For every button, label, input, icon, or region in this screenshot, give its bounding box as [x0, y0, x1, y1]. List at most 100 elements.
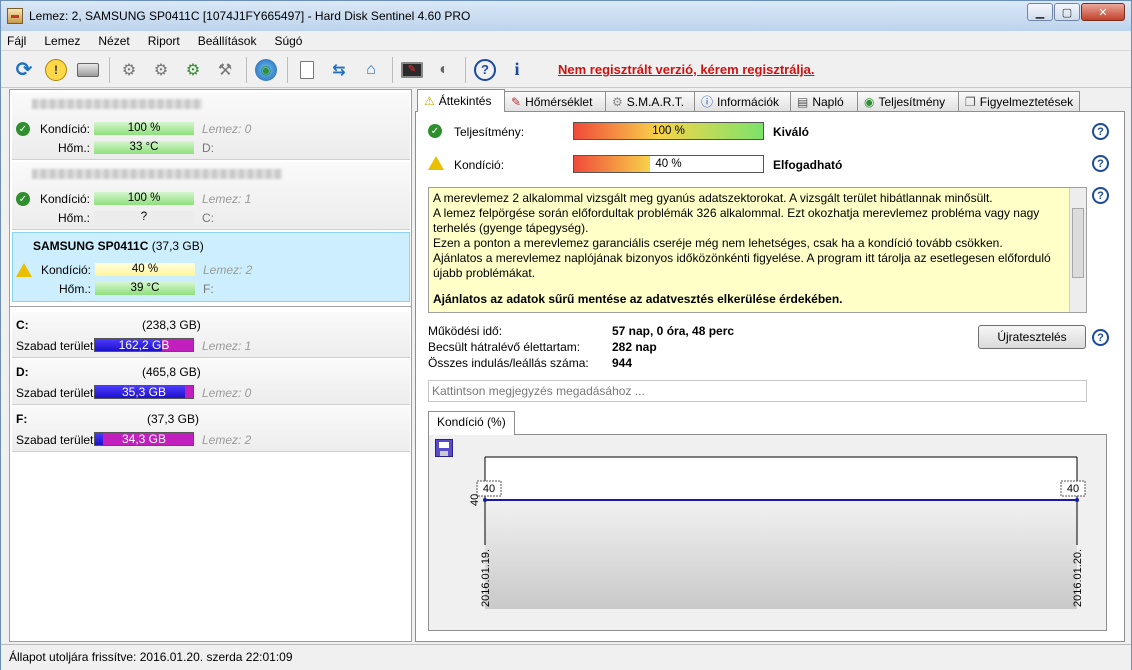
temperature-bar: 39 °C	[95, 282, 195, 295]
partition-entry[interactable]: C: (238,3 GB) Szabad terület 162,2 GB Le…	[12, 312, 410, 358]
performance-rating: Kiváló	[773, 125, 810, 139]
condition-bar: 100 %	[94, 122, 194, 135]
y-tick-label: 40	[469, 494, 481, 506]
chart-tab-condition[interactable]: Kondíció (%)	[428, 411, 515, 435]
info-icon[interactable]: i	[504, 57, 530, 83]
retest-button[interactable]: Újratesztelés	[978, 325, 1086, 349]
disk-drive-icon[interactable]	[75, 57, 101, 83]
partition-letter: C:	[16, 318, 29, 332]
condition-label: Kondíció:	[40, 263, 91, 277]
disk-entry[interactable]: ✓ Kondíció: 100 % Lemez: 1 Hőm.: ? C:	[12, 162, 410, 230]
disk-tools-icon[interactable]: ⚒	[212, 57, 238, 83]
toolbar: ⟳ ! ⚙ ⚙ ⚙ ⚒ ◉ ⇆ ⌂ ✎ ◐ ? i Nem regisztrál…	[1, 52, 1131, 88]
ok-check-icon: ✓	[428, 124, 442, 138]
menu-disk[interactable]: Lemez	[44, 34, 80, 48]
data-label: 40	[483, 483, 495, 495]
partition-size: (465,8 GB)	[142, 365, 201, 379]
ok-check-icon: ✓	[16, 122, 30, 136]
tab-log[interactable]: ▤ Napló	[790, 91, 858, 111]
globe-icon[interactable]: ◉	[253, 57, 279, 83]
status-bar: Állapot utoljára frissítve: 2016.01.20. …	[1, 644, 1131, 670]
condition-chart: 40 40402016.01.19. 2016.01.20.	[469, 456, 1086, 609]
register-link[interactable]: Nem regisztrált verzió, kérem regisztrál…	[558, 62, 815, 77]
help-icon[interactable]: ?	[1092, 187, 1109, 204]
remaining-life-label: Becsült hátralévő élettartam:	[428, 340, 581, 354]
drive-letter: F:	[203, 282, 214, 296]
speaker-icon[interactable]: ◐	[431, 57, 457, 83]
disk-ok-icon[interactable]: ⚙	[180, 57, 206, 83]
condition-label: Kondíció:	[454, 158, 505, 172]
partition-entry[interactable]: D: (465,8 GB) Szabad terület 35,3 GB Lem…	[12, 359, 410, 405]
temperature-bar: ?	[94, 211, 194, 224]
help-icon[interactable]: ?	[1092, 329, 1109, 346]
power-cycles-value: 944	[612, 356, 633, 370]
help-icon[interactable]: ?	[1092, 155, 1109, 172]
uptime-value: 57 nap, 0 óra, 48 perc	[612, 324, 735, 338]
x-tick-label: 2016.01.20.	[1072, 549, 1084, 607]
tab-overview[interactable]: ⚠ Áttekintés	[417, 89, 505, 112]
chart-plot-area	[485, 499, 1077, 609]
tab-information[interactable]: ⓘ Információk	[694, 91, 791, 111]
free-space-bar: 35,3 GB	[94, 385, 194, 399]
refresh-icon[interactable]: ⟳	[11, 57, 37, 83]
title-bar[interactable]: Lemez: 2, SAMSUNG SP0411C [1074J1FY66549…	[1, 1, 1131, 31]
condition-label: Kondíció:	[39, 192, 90, 206]
alert-icon[interactable]: !	[43, 57, 69, 83]
menu-help[interactable]: Súgó	[274, 34, 302, 48]
menu-view[interactable]: Nézet	[98, 34, 129, 48]
sync-icon[interactable]: ⇆	[326, 57, 352, 83]
overview-panel: ✓ Teljesítmény: 100 % Kiváló ? Kondíció:…	[415, 111, 1125, 642]
disk-name: SAMSUNG SP0411C (37,3 GB)	[33, 239, 204, 253]
monitor-icon[interactable]: ✎	[399, 57, 425, 83]
warning-icon	[16, 263, 32, 277]
disk-index: Lemez: 0	[202, 122, 252, 136]
data-label: 40	[1067, 483, 1079, 495]
free-space-bar: 162,2 GB	[94, 338, 194, 352]
ok-check-icon: ✓	[16, 192, 30, 206]
partition-entry[interactable]: F: (37,3 GB) Szabad terület 34,3 GB Leme…	[12, 406, 410, 452]
menu-report[interactable]: Riport	[148, 34, 180, 48]
menu-file[interactable]: Fájl	[7, 34, 26, 48]
uptime-label: Működési idő:	[428, 324, 503, 338]
tab-smart[interactable]: ⚙ S.M.A.R.T.	[605, 91, 695, 111]
app-window: Lemez: 2, SAMSUNG SP0411C [1074J1FY66549…	[0, 0, 1132, 670]
power-cycles-label: Összes indulás/leállás száma:	[428, 356, 589, 370]
disk-entry[interactable]: ✓ Kondíció: 100 % Lemez: 0 Hőm.: 33 °C D…	[12, 92, 410, 160]
app-icon	[7, 8, 23, 24]
condition-chart-panel: 40 40 40 2016.01.19. 2016.01.20.	[428, 434, 1107, 631]
warning-icon	[428, 156, 444, 170]
disk-index: Lemez: 1	[202, 192, 252, 206]
maximize-button[interactable]: ▢	[1054, 3, 1080, 21]
data-point	[483, 498, 487, 502]
temperature-label: Hőm.:	[58, 282, 91, 296]
report-icon[interactable]	[294, 57, 320, 83]
message-scrollbar[interactable]	[1069, 188, 1086, 312]
performance-label: Teljesítmény:	[454, 125, 525, 139]
network-icon[interactable]: ⌂	[358, 57, 384, 83]
minimize-button[interactable]: ▁	[1027, 3, 1053, 21]
tab-alerts[interactable]: ❐ Figyelmeztetések	[958, 91, 1080, 111]
disk-entry-selected[interactable]: SAMSUNG SP0411C (37,3 GB) Kondíció: 40 %…	[12, 232, 410, 302]
x-tick-label: 2016.01.19.	[480, 549, 492, 607]
surface-test-icon[interactable]: ⚙	[148, 57, 174, 83]
tab-temperature[interactable]: ✎ Hőmérséklet	[504, 91, 606, 111]
disk-index: Lemez: 1	[202, 339, 252, 353]
disk-test-icon[interactable]: ⚙	[116, 57, 142, 83]
drive-letter: D:	[202, 141, 214, 155]
data-point	[1075, 498, 1079, 502]
menu-bar: Fájl Lemez Nézet Riport Beállítások Súgó	[1, 31, 1131, 51]
temperature-label: Hőm.:	[57, 211, 90, 225]
free-space-bar: 34,3 GB	[94, 432, 194, 446]
help-icon[interactable]: ?	[1092, 123, 1109, 140]
disk-index: Lemez: 2	[203, 263, 253, 277]
note-input[interactable]: Kattintson megjegyzés megadásához ...	[428, 380, 1087, 402]
menu-settings[interactable]: Beállítások	[198, 34, 257, 48]
tab-performance[interactable]: ◉ Teljesítmény	[857, 91, 959, 111]
free-space-label: Szabad terület	[16, 339, 94, 353]
help-icon[interactable]: ?	[472, 57, 498, 83]
partition-size: (238,3 GB)	[142, 318, 201, 332]
condition-label: Kondíció:	[39, 122, 90, 136]
close-button[interactable]: ✕	[1081, 3, 1125, 21]
condition-gauge: 40 %	[573, 155, 764, 173]
free-space-label: Szabad terület	[16, 433, 94, 447]
